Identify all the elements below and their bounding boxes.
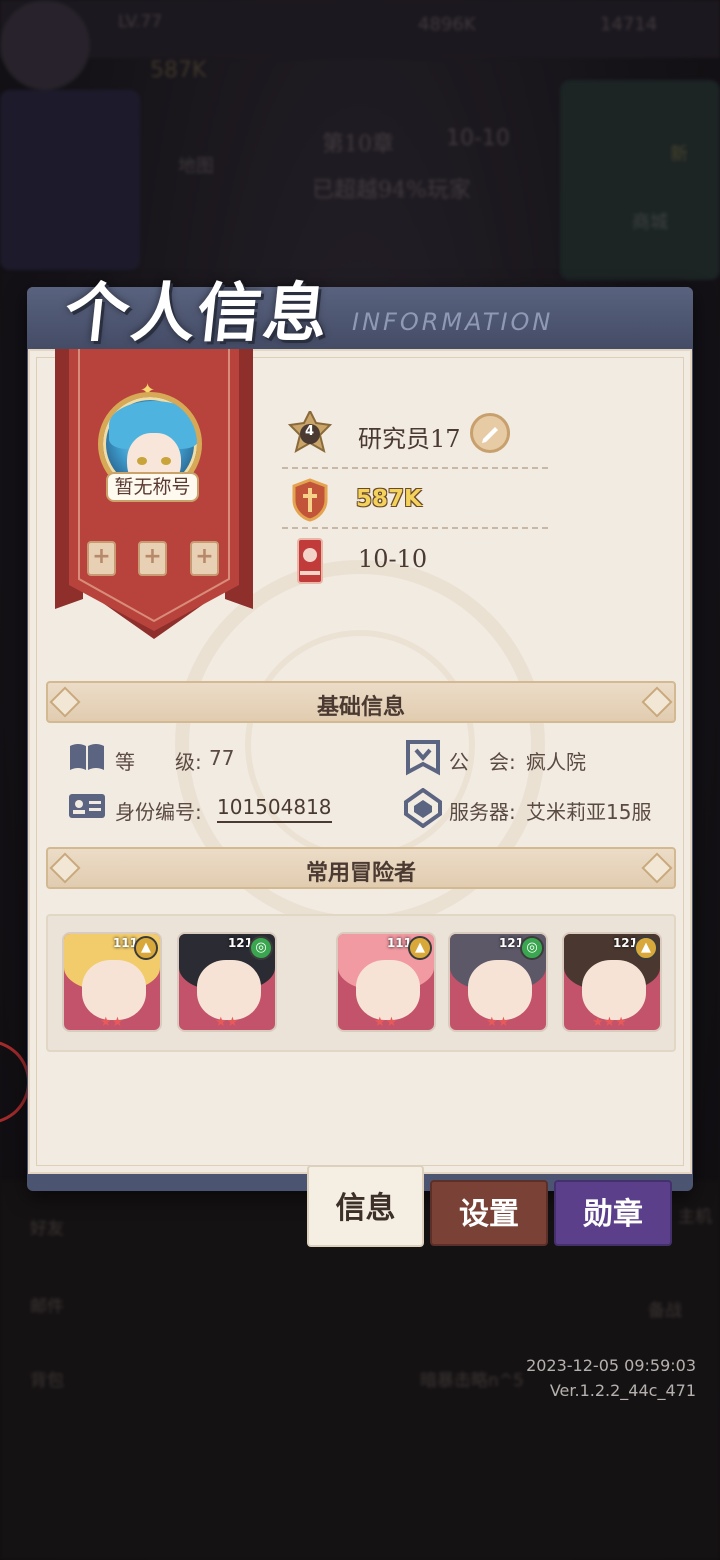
panel-subtitle: INFORMATION bbox=[352, 308, 554, 336]
adventurer-card[interactable]: 121 ◎ ★★ bbox=[448, 932, 548, 1032]
version-label: Ver.1.2.2_44c_471 bbox=[549, 1381, 696, 1400]
card-stars: ★★ bbox=[486, 1015, 510, 1030]
avatar-eye-right bbox=[161, 457, 171, 465]
adventurer-card[interactable]: 121 ◎ ★★ bbox=[177, 932, 277, 1032]
combat-power-value: 587K bbox=[356, 486, 422, 512]
id-card-icon bbox=[69, 794, 105, 818]
book-icon bbox=[70, 744, 104, 770]
level-value: 77 bbox=[209, 746, 235, 770]
card-portrait-face bbox=[82, 960, 146, 1020]
id-label: 身份编号: bbox=[115, 800, 202, 824]
medal-slot-3[interactable]: + bbox=[190, 541, 219, 576]
card-stars: ★★ bbox=[374, 1015, 398, 1030]
edit-name-button[interactable] bbox=[470, 413, 510, 453]
avatar-eye-left bbox=[137, 457, 147, 465]
basic-info-header: 基础信息 bbox=[46, 681, 676, 723]
title-tag[interactable]: 暂无称号 bbox=[106, 472, 199, 502]
divider bbox=[282, 527, 548, 529]
wind-element-icon: ◎ bbox=[520, 936, 544, 960]
guild-label: 公 会: bbox=[449, 750, 516, 774]
card-stars: ★★ bbox=[215, 1015, 239, 1030]
adventurers-title: 常用冒险者 bbox=[305, 860, 416, 886]
card-stars: ★★★ bbox=[592, 1015, 627, 1030]
guild-icon bbox=[406, 740, 440, 776]
medal-slot-1[interactable]: + bbox=[87, 541, 116, 576]
stage-flag-icon bbox=[297, 538, 323, 584]
stat-row-stage: 10-10 bbox=[288, 537, 548, 587]
card-portrait-face bbox=[468, 960, 532, 1020]
light-element-icon: ▲ bbox=[634, 936, 658, 960]
adventurer-card[interactable]: 121 ▲ ★★★ bbox=[562, 932, 662, 1032]
combat-power-icon bbox=[292, 478, 328, 522]
stage-progress: 10-10 bbox=[358, 545, 428, 573]
card-portrait-face bbox=[197, 960, 261, 1020]
card-stars: ★★ bbox=[100, 1015, 124, 1030]
panel-title: 个人信息 bbox=[61, 276, 334, 351]
basic-info-title: 基础信息 bbox=[316, 694, 405, 720]
light-element-icon: ▲ bbox=[134, 936, 158, 960]
server-label: 服务器: bbox=[449, 800, 516, 824]
tab-info[interactable]: 信息 bbox=[307, 1165, 424, 1247]
server-icon bbox=[404, 788, 442, 828]
divider bbox=[282, 467, 548, 469]
light-element-icon: ▲ bbox=[408, 936, 432, 960]
tab-settings[interactable]: 设置 bbox=[430, 1180, 548, 1246]
level-label: 等 级: bbox=[115, 750, 202, 774]
wind-element-icon: ◎ bbox=[249, 936, 273, 960]
guild-value: 疯人院 bbox=[526, 750, 586, 774]
tab-medals[interactable]: 勋章 bbox=[554, 1180, 672, 1246]
card-portrait-face bbox=[582, 960, 646, 1020]
player-id[interactable]: 101504818 bbox=[217, 795, 332, 823]
timestamp: 2023-12-05 09:59:03 bbox=[526, 1356, 696, 1375]
player-name: 研究员17 bbox=[358, 425, 461, 453]
pencil-icon bbox=[482, 427, 498, 443]
card-portrait-face bbox=[356, 960, 420, 1020]
adventurer-card[interactable]: 111 ▲ ★★ bbox=[336, 932, 436, 1032]
adventurer-card[interactable]: 111 ▲ ★★ bbox=[62, 932, 162, 1032]
medal-slot-2[interactable]: + bbox=[138, 541, 167, 576]
server-value: 艾米莉亚15服 bbox=[526, 800, 652, 824]
adventurers-header: 常用冒险者 bbox=[46, 847, 676, 889]
rank-badge-level: 4 bbox=[305, 424, 315, 439]
